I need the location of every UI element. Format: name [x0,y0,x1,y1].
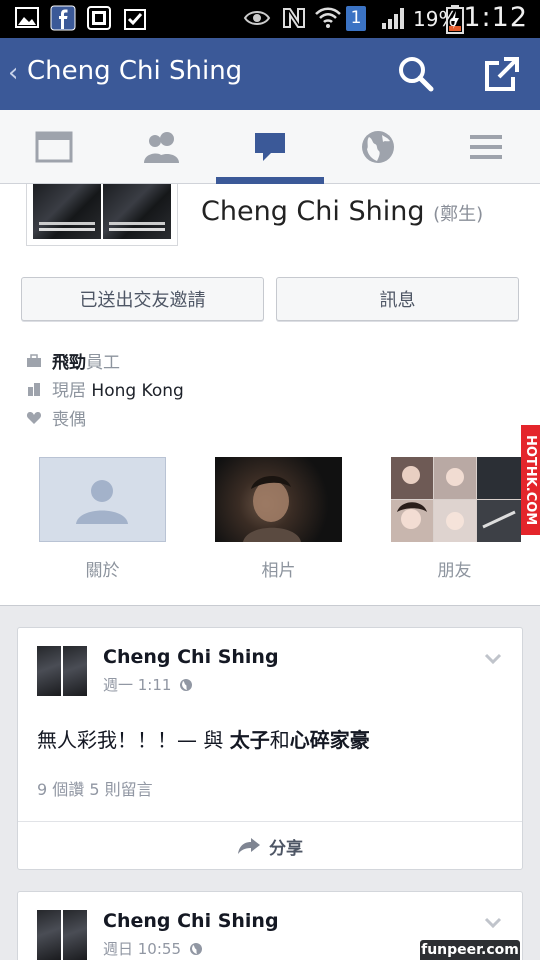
side-watermark: HOTHK.COM [521,425,540,535]
clock: 1:12 [463,2,528,33]
profile-nickname: (鄭生) [433,204,484,225]
share-label: 分享 [269,838,303,859]
search-icon[interactable] [396,54,436,94]
message-bubble-icon [255,133,285,161]
tab-friend-requests[interactable] [108,110,216,184]
friends-icon [144,132,179,163]
about-thumbnail[interactable] [39,457,166,542]
battery-charging-icon [446,5,464,34]
post-text-joiner: 和 [269,728,290,752]
relationship-status: 喪偶 [52,410,86,430]
page-title[interactable]: Cheng Chi Shing [27,56,242,86]
child-photo [243,475,301,542]
eye-icon [243,11,271,25]
post-avatar[interactable] [37,646,87,696]
profile-section: Cheng Chi Shing (鄭生) 已送出交友邀請 訊息 飛勁員工 現居 … [0,184,540,606]
lives-city[interactable]: Hong Kong [91,381,183,401]
lives-info: 現居 Hong Kong [26,376,184,401]
share-arrow-icon [238,838,260,854]
friends-label[interactable]: 朋友 [391,556,518,581]
globe-icon [362,131,394,163]
profile-picture[interactable] [26,184,178,246]
tab-messages[interactable] [216,110,324,184]
post-timestamp[interactable]: 週日 10:55 [103,938,203,959]
post-time-text: 週一 1:11 [103,676,172,694]
chevron-down-icon[interactable] [484,650,502,669]
work-role: 員工 [86,353,120,373]
heart-icon [26,411,42,424]
photos-thumbnail[interactable] [215,457,342,542]
post-time-text: 週日 10:55 [103,940,181,958]
tab-more[interactable] [432,110,540,184]
photo-app-icon [87,6,111,30]
share-button[interactable]: 分享 [18,822,522,870]
status-bar: 1 19% 1:12 [0,0,540,38]
city-icon [28,382,40,396]
post-text: 無人彩我！！！— 與 太子和心碎家豪 [37,724,370,753]
signal-icon [382,8,404,29]
facebook-icon [50,5,76,31]
post-stats[interactable]: 9 個讚 5 則留言 [37,776,153,800]
post-text-main: 無人彩我！！！— 與 [37,728,230,752]
friends-thumbnail[interactable] [391,457,521,542]
wifi-icon [315,7,341,28]
post-timestamp[interactable]: 週一 1:11 [103,674,193,695]
sim-badge: 1 [346,6,366,31]
task-check-icon [124,9,146,30]
work-info: 飛勁員工 [26,348,120,373]
post-author[interactable]: Cheng Chi Shing [103,646,279,668]
tab-news-feed[interactable] [0,110,108,184]
public-globe-icon [189,943,202,955]
briefcase-icon [27,353,41,367]
lives-prefix: 現居 [52,381,86,401]
work-company[interactable]: 飛勁 [52,353,86,373]
friends-collage [391,457,521,542]
public-globe-icon [180,679,193,691]
profile-photo-right [103,184,171,239]
back-icon[interactable]: ‹ [8,58,18,88]
post-author[interactable]: Cheng Chi Shing [103,910,279,932]
chevron-down-icon[interactable] [484,914,502,933]
tab-bar [0,110,540,184]
photos-label[interactable]: 相片 [215,556,342,581]
news-feed-icon [35,131,73,163]
nfc-icon [283,8,305,28]
relationship-info: 喪偶 [26,405,86,430]
tagged-friend-2[interactable]: 心碎家豪 [290,728,370,752]
post-card: Cheng Chi Shing 週一 1:11 無人彩我！！！— 與 太子和心碎… [17,627,523,870]
app-bar: ‹ Cheng Chi Shing [0,38,540,110]
friend-request-sent-button[interactable]: 已送出交友邀請 [21,277,264,321]
tab-notifications[interactable] [324,110,432,184]
profile-photo-left [33,184,101,239]
open-external-icon[interactable] [482,54,522,94]
tagged-friend-1[interactable]: 太子 [230,728,270,752]
menu-icon [470,135,502,159]
about-label[interactable]: 關於 [39,556,166,581]
bottom-watermark: funpeer.com [420,940,520,960]
gallery-icon [15,7,39,28]
profile-name-text: Cheng Chi Shing [201,196,425,227]
message-button[interactable]: 訊息 [276,277,519,321]
post-avatar[interactable] [37,910,87,960]
profile-name: Cheng Chi Shing (鄭生) [201,196,483,227]
default-avatar-icon [76,480,128,524]
